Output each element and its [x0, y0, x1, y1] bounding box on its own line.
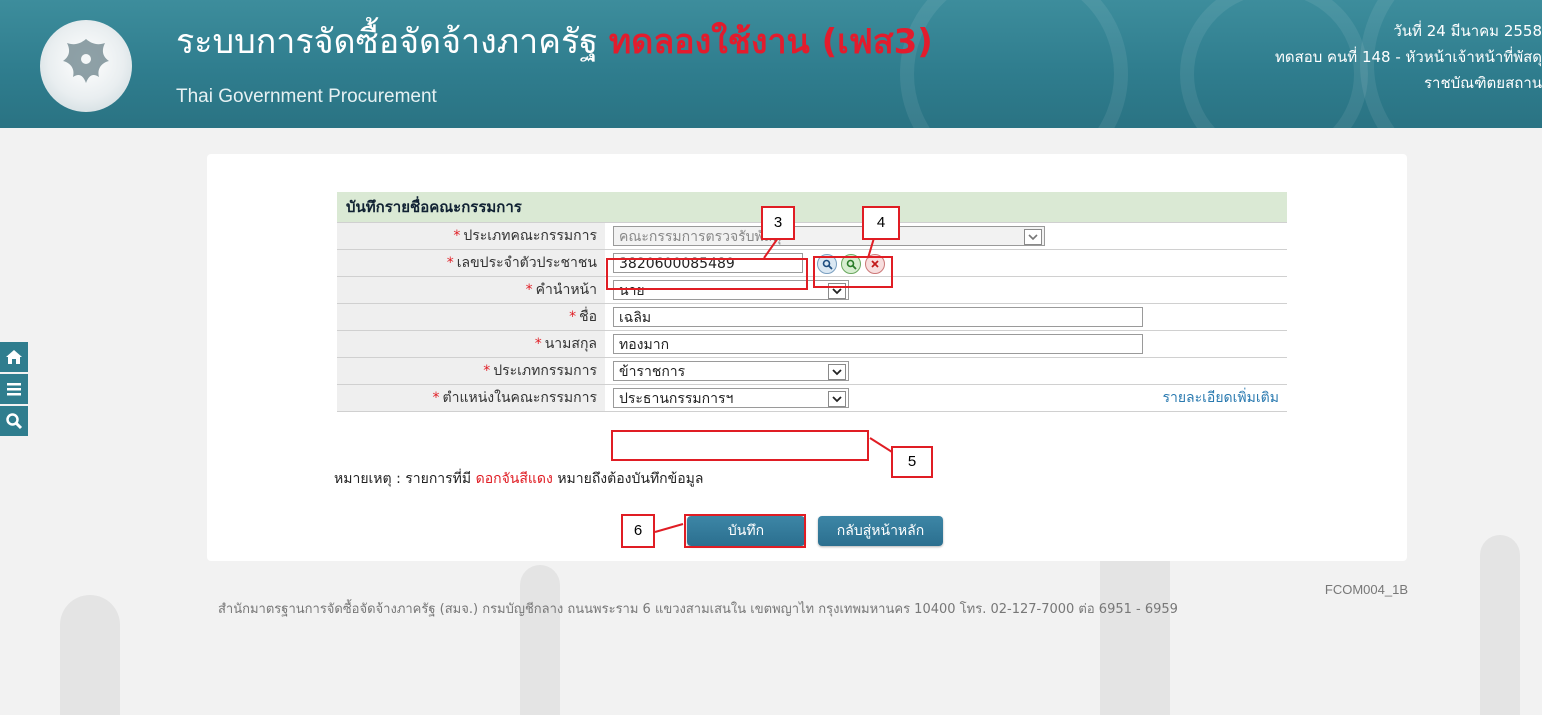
- side-nav: [0, 342, 28, 438]
- position-row: * ตำแหน่งในคณะกรรมการ ประธานกรรมการฯ รายล…: [337, 384, 1287, 412]
- note-suffix: หมายถึงต้องบันทึกข้อมูล: [557, 471, 704, 487]
- callout-3: 3: [761, 206, 795, 240]
- required-mark: *: [446, 255, 454, 271]
- temple-silhouette: [1480, 535, 1520, 715]
- required-note: หมายเหตุ : รายการที่มี ดอกจันสีแดง หมายถ…: [334, 468, 703, 490]
- required-mark: *: [534, 336, 542, 352]
- member-type-label-text: ประเภทกรรมการ: [493, 363, 597, 379]
- chevron-down-icon: [828, 364, 846, 380]
- last-name-label-text: นามสกุล: [544, 336, 597, 352]
- member-type-select[interactable]: ข้าราชการ: [613, 361, 849, 381]
- callout-5-arrow: [869, 437, 893, 453]
- note-prefix: หมายเหตุ : รายการที่มี: [334, 471, 472, 487]
- callout-4: 4: [862, 206, 900, 240]
- callout-4-arrow: [867, 238, 875, 259]
- note-red-text: ดอกจันสีแดง: [475, 471, 553, 487]
- section-title: บันทึกรายชื่อคณะกรรมการ: [337, 192, 1287, 222]
- user-info: วันที่ 24 มีนาคม 2558 ทดสอบ คนที่ 148 - …: [1275, 18, 1542, 96]
- required-mark: *: [483, 363, 491, 379]
- user-name: ทดสอบ คนที่ 148 - หัวหน้าเจ้าหน้าที่พัสด…: [1274, 48, 1542, 66]
- first-name-row: * ชื่อ เฉลิม: [337, 303, 1287, 330]
- main-panel: บันทึกรายชื่อคณะกรรมการ * ประเภทคณะกรรมกา…: [207, 154, 1407, 561]
- trial-label: ทดลองใช้งาน (เฟส3): [608, 22, 933, 62]
- chevron-down-icon: [1024, 229, 1042, 245]
- position-value: ประธานกรรมการฯ: [619, 391, 734, 407]
- required-mark: *: [453, 228, 461, 244]
- site-title: ระบบการจัดซื้อจัดจ้างภาครัฐ ทดลองใช้งาน …: [176, 14, 933, 68]
- menu-icon[interactable]: [0, 374, 28, 404]
- home-icon[interactable]: [0, 342, 28, 372]
- site-header: ระบบการจัดซื้อจัดจ้างภาครัฐ ทดลองใช้งาน …: [0, 0, 1542, 128]
- position-highlight: [611, 430, 869, 461]
- save-highlight: [684, 514, 806, 548]
- last-name-row: * นามสกุล ทองมาก: [337, 330, 1287, 357]
- callout-3-arrow: [763, 238, 779, 259]
- committee-form: บันทึกรายชื่อคณะกรรมการ * ประเภทคณะกรรมกา…: [337, 192, 1287, 412]
- first-name-label-text: ชื่อ: [579, 309, 597, 325]
- committee-type-label: * ประเภทคณะกรรมการ: [337, 223, 605, 249]
- committee-type-row: * ประเภทคณะกรรมการ คณะกรรมการตรวจรับพัสดุ: [337, 222, 1287, 249]
- member-type-value: ข้าราชการ: [619, 364, 686, 380]
- position-select[interactable]: ประธานกรรมการฯ: [613, 388, 849, 408]
- citizen-id-label: * เลขประจำตัวประชาชน: [337, 250, 605, 276]
- prefix-row: * คำนำหน้า นาย: [337, 276, 1287, 303]
- header-decoration: [900, 0, 1128, 128]
- required-mark: *: [569, 309, 577, 325]
- screen-code: FCOM004_1B: [1324, 582, 1408, 597]
- citizen-id-row: * เลขประจำตัวประชาชน 3820600085489: [337, 249, 1287, 276]
- site-subtitle: Thai Government Procurement: [176, 86, 437, 107]
- member-type-label: * ประเภทกรรมการ: [337, 358, 605, 384]
- required-mark: *: [525, 282, 533, 298]
- required-mark: *: [432, 390, 440, 406]
- current-date: วันที่ 24 มีนาคม 2558: [1393, 22, 1542, 40]
- temple-silhouette: [60, 595, 120, 715]
- temple-silhouette: [520, 565, 560, 715]
- callout-5: 5: [891, 446, 933, 478]
- organization: ราชบัณฑิตยสถาน: [1424, 74, 1542, 92]
- position-label: * ตำแหน่งในคณะกรรมการ: [337, 385, 605, 411]
- first-name-input[interactable]: เฉลิม: [613, 307, 1143, 327]
- comptroller-logo: [40, 20, 132, 112]
- search-icon[interactable]: [0, 406, 28, 436]
- committee-type-value: คณะกรรมการตรวจรับพัสดุ: [619, 229, 782, 245]
- footer-address: สำนักมาตรฐานการจัดซื้อจัดจ้างภาครัฐ (สมจ…: [218, 602, 1178, 617]
- last-name-label: * นามสกุล: [337, 331, 605, 357]
- callout-6: 6: [621, 514, 655, 548]
- committee-type-label-text: ประเภทคณะกรรมการ: [463, 228, 597, 244]
- callout-6-arrow: [654, 523, 684, 533]
- last-name-input[interactable]: ทองมาก: [613, 334, 1143, 354]
- more-details-link[interactable]: รายละเอียดเพิ่มเติม: [1162, 385, 1287, 411]
- first-name-label: * ชื่อ: [337, 304, 605, 330]
- committee-type-select: คณะกรรมการตรวจรับพัสดุ: [613, 226, 1045, 246]
- prefix-label: * คำนำหน้า: [337, 277, 605, 303]
- citizen-id-highlight: [606, 258, 808, 290]
- prefix-label-text: คำนำหน้า: [535, 282, 597, 298]
- citizen-id-label-text: เลขประจำตัวประชาชน: [456, 255, 597, 271]
- position-label-text: ตำแหน่งในคณะกรรมการ: [442, 390, 598, 406]
- site-title-text: ระบบการจัดซื้อจัดจ้างภาครัฐ: [176, 22, 599, 62]
- back-to-main-button[interactable]: กลับสู่หน้าหลัก: [818, 516, 943, 546]
- chevron-down-icon: [828, 391, 846, 407]
- member-type-row: * ประเภทกรรมการ ข้าราชการ: [337, 357, 1287, 384]
